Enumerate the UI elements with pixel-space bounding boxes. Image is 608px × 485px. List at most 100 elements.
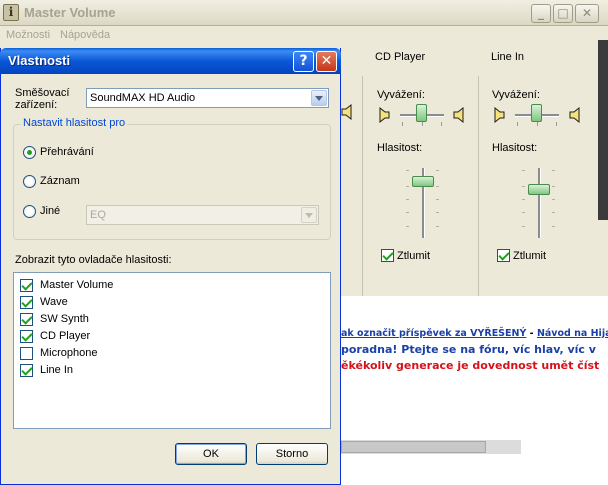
balance-slider-thumb[interactable] — [531, 104, 542, 122]
show-controls-label: Zobrazit tyto ovladače hlasitosti: — [15, 254, 172, 266]
cancel-button[interactable]: Storno — [256, 443, 328, 465]
volume-tick — [436, 226, 439, 227]
menu-help[interactable]: Nápověda — [60, 29, 110, 41]
list-item-label: Wave — [40, 296, 68, 308]
speaker-left-icon — [379, 107, 390, 123]
balance-label: Vyvážení: — [377, 89, 425, 101]
volume-tick — [406, 199, 409, 200]
mute-checkbox[interactable] — [497, 249, 510, 262]
volume-tick — [522, 186, 525, 187]
speaker-right-icon — [569, 107, 580, 123]
list-item-label: SW Synth — [40, 313, 89, 325]
radio-playback[interactable] — [23, 146, 36, 159]
minimize-icon[interactable]: _ — [531, 4, 551, 23]
volume-tick — [436, 212, 439, 213]
forum-link-hijackthis[interactable]: Návod na HijackT — [537, 328, 608, 339]
mixer-device-select[interactable]: SoundMAX HD Audio — [86, 88, 329, 108]
close-icon[interactable]: ✕ — [316, 51, 337, 72]
balance-tick — [422, 122, 423, 126]
dialog-title: Vlastnosti — [8, 53, 71, 68]
list-item-label: Microphone — [40, 347, 98, 359]
close-icon[interactable]: ✕ — [575, 4, 599, 23]
help-icon[interactable]: ? — [293, 51, 314, 72]
balance-slider-thumb[interactable] — [416, 104, 427, 122]
master-volume-title: Master Volume — [24, 5, 116, 20]
balance-tick — [517, 122, 518, 126]
volume-tick — [552, 212, 555, 213]
master-volume-titlebar[interactable]: i Master Volume _ □ ✕ — [0, 0, 608, 26]
radio-record[interactable] — [23, 175, 36, 188]
chevron-down-icon[interactable] — [311, 90, 327, 106]
mixer-device-label-line1: Směšovací — [15, 87, 70, 99]
radio-playback-label: Přehrávání — [40, 146, 94, 158]
speaker-left-icon — [494, 107, 505, 123]
horizontal-scrollbar[interactable] — [341, 440, 521, 454]
volume-label: Hlasitost: — [377, 142, 423, 154]
other-device-select[interactable]: EQ — [86, 205, 319, 225]
other-device-value: EQ — [90, 209, 106, 221]
volume-tick — [522, 212, 525, 213]
forum-link-mark-solved[interactable]: ak označit příspěvek za VYŘEŠENÝ — [341, 328, 526, 339]
volume-tick — [406, 226, 409, 227]
mute-label: Ztlumit — [513, 250, 546, 262]
dialog-titlebar[interactable]: Vlastnosti ? ✕ — [0, 48, 341, 74]
list-item-label: Line In — [40, 364, 74, 376]
list-item-label: CD Player — [40, 330, 91, 342]
volume-tick — [552, 199, 555, 200]
ok-button[interactable]: OK — [175, 443, 247, 465]
right-edge-strip — [598, 40, 608, 220]
volume-slider-thumb[interactable] — [412, 176, 434, 187]
mute-checkbox[interactable] — [381, 249, 394, 262]
scrollbar-thumb[interactable] — [341, 441, 486, 453]
adjust-volume-legend: Nastavit hlasitost pro — [21, 117, 128, 129]
volume-tick — [406, 212, 409, 213]
list-item-checkbox[interactable] — [20, 364, 33, 377]
volume-tick — [522, 170, 525, 171]
list-item-checkbox[interactable] — [20, 347, 33, 360]
balance-tick — [556, 122, 557, 126]
panel-separator — [362, 76, 363, 298]
list-item-checkbox[interactable] — [20, 296, 33, 309]
mixer-device-value: SoundMAX HD Audio — [90, 92, 196, 104]
mixer-device-label-line2: zařízení: — [15, 99, 58, 111]
volume-track — [538, 168, 541, 238]
app-icon: i — [3, 4, 19, 21]
balance-label: Vyvážení: — [492, 89, 540, 101]
radio-other-label: Jiné — [40, 205, 61, 217]
list-item-label: Master Volume — [40, 279, 114, 291]
volume-slider-thumb[interactable] — [528, 184, 550, 195]
volume-tick — [552, 186, 555, 187]
volume-tick — [436, 199, 439, 200]
list-item-checkbox[interactable] — [20, 279, 33, 292]
menu-options[interactable]: Možnosti — [6, 29, 50, 41]
balance-tick — [402, 122, 403, 126]
balance-tick — [537, 122, 538, 126]
forum-spacer — [341, 296, 608, 324]
radio-record-label: Záznam — [40, 175, 80, 187]
channel-name: CD Player — [375, 51, 426, 63]
list-item-checkbox[interactable] — [20, 313, 33, 326]
volume-tick — [552, 170, 555, 171]
volume-tick — [406, 170, 409, 171]
speaker-icon — [341, 104, 352, 120]
master-volume-menubar: Možnosti Nápověda — [0, 27, 608, 45]
volume-label: Hlasitost: — [492, 142, 538, 154]
forum-notice-line: poradna! Ptejte se na fóru, víc hlav, ví… — [341, 343, 596, 356]
controls-listbox[interactable]: Master Volume Wave SW Synth CD Player Mi… — [13, 272, 331, 429]
volume-tick — [552, 226, 555, 227]
mute-label: Ztlumit — [397, 250, 430, 262]
forum-page: ak označit příspěvek za VYŘEŠENÝ - Návod… — [341, 296, 608, 485]
radio-other[interactable] — [23, 205, 36, 218]
balance-tick — [441, 122, 442, 126]
channel-name: Line In — [491, 51, 525, 63]
volume-tick — [522, 199, 525, 200]
volume-tick — [522, 226, 525, 227]
volume-tick — [406, 186, 409, 187]
volume-tick — [436, 170, 439, 171]
forum-separator: - — [529, 328, 534, 339]
maximize-icon[interactable]: □ — [553, 4, 573, 23]
list-item-checkbox[interactable] — [20, 330, 33, 343]
speaker-right-icon — [453, 107, 464, 123]
volume-tick — [436, 186, 439, 187]
chevron-down-icon[interactable] — [301, 207, 317, 223]
